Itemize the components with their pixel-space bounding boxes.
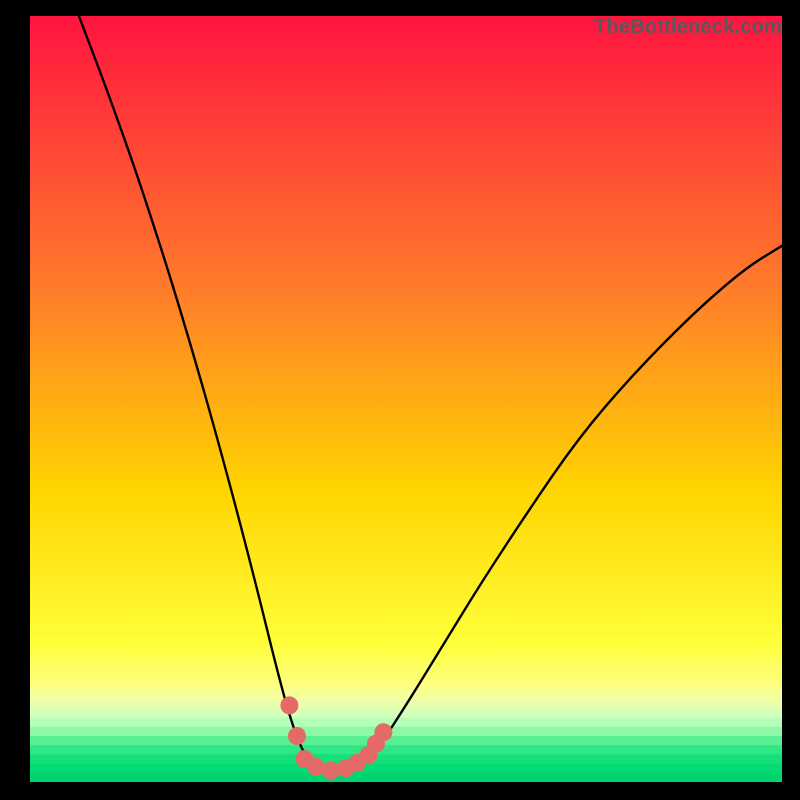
chart-frame <box>30 16 782 782</box>
gradient-band <box>30 773 782 782</box>
sweet-spot-dot <box>307 758 325 776</box>
gradient-band <box>30 764 782 774</box>
gradient-band <box>30 736 782 746</box>
gradient-band <box>30 718 782 728</box>
gradient-band <box>30 727 782 737</box>
gradient-band <box>30 754 782 764</box>
sweet-spot-dot <box>280 696 298 714</box>
gradient-background <box>30 16 782 782</box>
gradient-band <box>30 690 782 700</box>
gradient-band <box>30 709 782 719</box>
sweet-spot-dot <box>374 723 392 741</box>
watermark-text: TheBottleneck.com <box>594 16 782 39</box>
sweet-spot-dot <box>288 727 306 745</box>
bottleneck-curve-chart <box>30 16 782 782</box>
gradient-band <box>30 745 782 755</box>
